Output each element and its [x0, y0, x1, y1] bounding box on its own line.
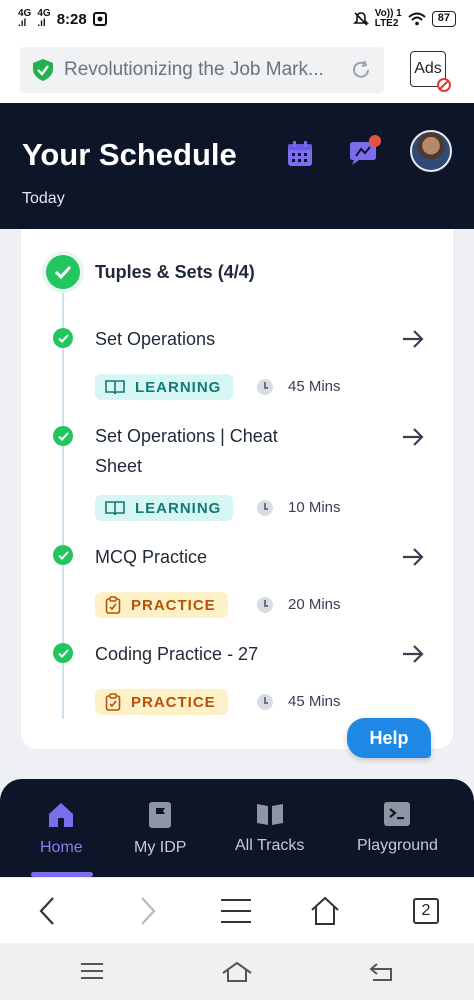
- address-bar[interactable]: Revolutionizing the Job Mark...: [20, 47, 384, 93]
- arrow-right-icon[interactable]: [401, 426, 425, 448]
- item-title: Coding Practice - 27: [95, 644, 259, 664]
- badge-label: LEARNING: [135, 499, 222, 517]
- no-ads-icon: [437, 78, 451, 92]
- badge-label: LEARNING: [135, 378, 222, 396]
- learning-badge: LEARNING: [95, 495, 234, 521]
- screenshot-icon: [92, 12, 107, 26]
- badge-label: PRACTICE: [131, 693, 216, 711]
- avatar[interactable]: [410, 130, 452, 172]
- signal-icon-2: 4G .ıl: [37, 8, 51, 29]
- nav-label: Playground: [357, 837, 438, 854]
- learning-badge: LEARNING: [95, 374, 234, 400]
- schedule-card: Tuples & Sets (4/4) Set Operations LEARN…: [21, 229, 453, 749]
- completed-check-icon: [53, 545, 73, 565]
- home-page-icon[interactable]: [310, 896, 340, 926]
- clock-icon: [257, 379, 273, 395]
- browser-toolbar: 2: [0, 877, 474, 943]
- nav-label: All Tracks: [235, 837, 305, 854]
- practice-badge: PRACTICE: [95, 592, 228, 618]
- bottom-nav: Home My IDP All Tracks Playground: [0, 779, 474, 877]
- system-navigation: [0, 943, 474, 1000]
- clipboard-icon: [105, 693, 121, 711]
- browser-address-area: Revolutionizing the Job Mark... Ads: [0, 38, 474, 103]
- arrow-right-icon[interactable]: [401, 643, 425, 665]
- system-back-icon[interactable]: [369, 961, 393, 983]
- forward-icon[interactable]: [138, 896, 158, 926]
- nav-label: My IDP: [134, 839, 187, 856]
- section-complete-icon: [46, 255, 80, 289]
- nav-item-my-idp[interactable]: My IDP: [134, 801, 186, 857]
- item-title: Set Operations | Cheat Sheet: [95, 426, 278, 476]
- clock-icon: [257, 597, 273, 613]
- schedule-content: Tuples & Sets (4/4) Set Operations LEARN…: [0, 229, 474, 779]
- security-shield-icon: [33, 59, 53, 81]
- status-time: 8:28: [56, 10, 87, 28]
- home-icon: [49, 803, 74, 827]
- help-button[interactable]: Help: [347, 718, 431, 758]
- item-duration: 10 Mins: [288, 499, 341, 516]
- clipboard-icon: [105, 596, 121, 614]
- nav-item-all-tracks[interactable]: All Tracks: [235, 801, 304, 855]
- ad-block-button[interactable]: Ads: [410, 51, 451, 92]
- page-subtitle: Today: [22, 190, 65, 207]
- tabs-button[interactable]: 2: [413, 898, 439, 924]
- item-title: Set Operations: [95, 329, 216, 349]
- flag-icon: [149, 802, 172, 828]
- nav-label: Home: [40, 839, 83, 856]
- arrow-right-icon[interactable]: [401, 328, 425, 350]
- volte-indicator: Vo)) 1 LTE2: [374, 8, 402, 29]
- ad-block-label: Ads: [414, 60, 442, 77]
- arrow-right-icon[interactable]: [401, 546, 425, 568]
- nav-item-playground[interactable]: Playground: [357, 801, 438, 855]
- back-icon[interactable]: [37, 896, 57, 926]
- practice-badge: PRACTICE: [95, 689, 228, 715]
- recent-apps-icon[interactable]: [80, 961, 104, 981]
- clock-icon: [257, 694, 273, 710]
- chat-icon[interactable]: [347, 135, 383, 167]
- mute-notification-icon: [352, 12, 369, 26]
- schedule-header: Your Schedule Today: [0, 103, 474, 229]
- item-duration: 20 Mins: [288, 596, 341, 613]
- menu-icon[interactable]: [220, 898, 252, 924]
- completed-check-icon: [53, 643, 73, 663]
- book-icon: [105, 501, 125, 516]
- section-title: Tuples & Sets (4/4): [95, 262, 255, 282]
- system-home-icon[interactable]: [221, 961, 253, 983]
- page-title: Your Schedule: [22, 137, 237, 172]
- clock-icon: [257, 500, 273, 516]
- nav-item-home[interactable]: Home: [40, 801, 83, 857]
- completed-check-icon: [53, 426, 73, 446]
- status-bar: 4G .ıl 4G .ıl 8:28 Vo)) 1 LTE2 87: [0, 0, 474, 38]
- wifi-icon: [408, 12, 426, 26]
- item-duration: 45 Mins: [288, 693, 341, 710]
- reload-icon[interactable]: [350, 59, 372, 81]
- book-icon: [105, 380, 125, 395]
- item-title: MCQ Practice: [95, 547, 208, 567]
- completed-check-icon: [53, 328, 73, 348]
- item-duration: 45 Mins: [288, 378, 341, 395]
- battery-indicator: 87: [431, 11, 456, 27]
- book-icon: [256, 804, 283, 825]
- badge-label: PRACTICE: [131, 596, 216, 614]
- calendar-icon[interactable]: [287, 141, 313, 167]
- address-text: Revolutionizing the Job Mark...: [64, 59, 324, 80]
- signal-icon: 4G .ıl: [18, 8, 32, 29]
- terminal-icon: [384, 802, 411, 826]
